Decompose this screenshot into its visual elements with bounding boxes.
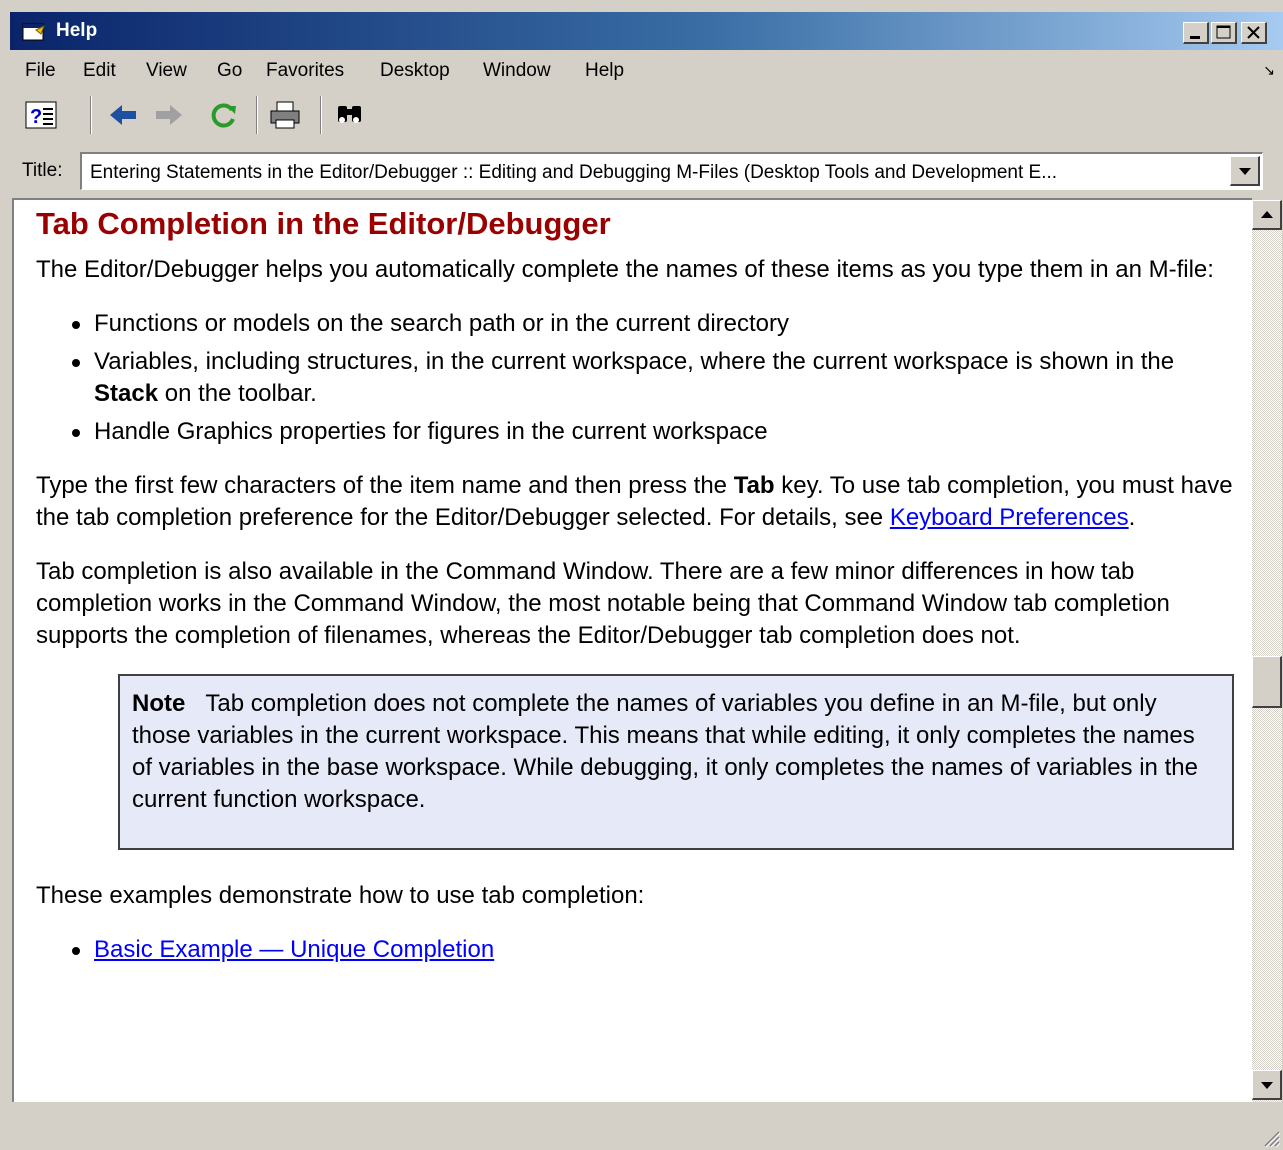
tab-bold-text: Tab	[733, 472, 775, 499]
title-dropdown-button[interactable]	[1230, 156, 1260, 186]
basic-example-link[interactable]: Basic Example — Unique Completion	[94, 936, 494, 963]
help-window: Help File Edit View Go Favorites Desktop…	[0, 0, 1283, 1150]
item-list: Functions or models on the search path o…	[72, 308, 1236, 448]
menu-help[interactable]: Help	[585, 60, 624, 82]
scroll-thumb[interactable]	[1252, 656, 1282, 708]
back-arrow-icon	[110, 105, 136, 125]
forward-button[interactable]	[152, 98, 186, 132]
stack-bold-text: Stack	[94, 380, 159, 407]
help-document: Tab Completion in the Editor/Debugger Th…	[36, 204, 1236, 988]
svg-text:?: ?	[30, 106, 42, 128]
find-button[interactable]	[334, 98, 368, 132]
note-label: Note	[132, 690, 186, 717]
help-contents-icon: ?	[25, 101, 57, 129]
minimize-button[interactable]	[1183, 22, 1209, 44]
title-row: Title: Entering Statements in the Editor…	[10, 148, 1283, 194]
menu-go[interactable]: Go	[217, 60, 242, 82]
menu-favorites[interactable]: Favorites	[266, 60, 344, 82]
refresh-icon	[211, 103, 236, 128]
help-app-icon	[22, 23, 45, 41]
resize-grip-icon[interactable]	[1261, 1128, 1281, 1148]
chevron-down-icon	[1239, 168, 1251, 175]
maximize-icon	[1216, 25, 1231, 39]
close-button[interactable]	[1241, 22, 1267, 44]
menu-view[interactable]: View	[146, 60, 187, 82]
back-button[interactable]	[106, 98, 140, 132]
scroll-down-button[interactable]	[1252, 1070, 1282, 1100]
intro-paragraph: The Editor/Debugger helps you automatica…	[36, 256, 1214, 283]
toolbar: ?	[10, 92, 1283, 140]
close-icon	[1247, 26, 1260, 39]
title-label: Title:	[22, 160, 63, 181]
paragraph-text: Type the first few characters of the ite…	[36, 472, 734, 499]
vertical-scrollbar[interactable]	[1252, 200, 1282, 1102]
menu-file[interactable]: File	[25, 60, 56, 82]
scroll-up-button[interactable]	[1252, 200, 1282, 230]
title-bar[interactable]: Help	[10, 12, 1283, 50]
minimize-icon	[1190, 36, 1200, 39]
keyboard-preferences-link[interactable]: Keyboard Preferences	[890, 504, 1129, 531]
print-icon	[270, 101, 300, 129]
toolbar-separator	[320, 96, 322, 134]
dock-arrow-icon[interactable]: ↘	[1263, 62, 1275, 79]
note-box: Note Tab completion does not complete th…	[118, 674, 1234, 850]
page-heading: Tab Completion in the Editor/Debugger	[36, 206, 611, 241]
print-button[interactable]	[268, 98, 302, 132]
menu-edit[interactable]: Edit	[83, 60, 116, 82]
refresh-button[interactable]	[206, 98, 240, 132]
list-item: Variables, including structures, in the …	[72, 346, 1236, 410]
toolbar-separator	[90, 96, 92, 134]
list-item-text: Variables, including structures, in the …	[94, 348, 1175, 375]
menu-window[interactable]: Window	[483, 60, 551, 82]
note-text: Tab completion does not complete the nam…	[132, 690, 1198, 813]
list-item-text: on the toolbar.	[158, 380, 317, 407]
title-combobox[interactable]: Entering Statements in the Editor/Debugg…	[80, 152, 1263, 190]
status-bar	[10, 1106, 1283, 1150]
arrow-down-icon	[1261, 1082, 1273, 1089]
arrow-up-icon	[1261, 211, 1273, 218]
menu-bar: File Edit View Go Favorites Desktop Wind…	[10, 56, 1283, 86]
title-combobox-value: Entering Statements in the Editor/Debugg…	[90, 162, 1058, 183]
menu-desktop[interactable]: Desktop	[380, 60, 450, 82]
maximize-button[interactable]	[1211, 22, 1237, 44]
help-contents-button[interactable]: ?	[24, 98, 58, 132]
list-item: Basic Example — Unique Completion	[72, 934, 1236, 966]
examples-paragraph: These examples demonstrate how to use ta…	[36, 882, 645, 909]
list-item: Handle Graphics properties for figures i…	[72, 416, 1236, 448]
examples-list: Basic Example — Unique Completion	[72, 934, 1236, 966]
find-binoculars-icon	[338, 106, 361, 123]
toolbar-separator	[256, 96, 258, 134]
forward-arrow-icon	[156, 105, 182, 125]
window-title: Help	[56, 20, 98, 41]
paragraph-text: .	[1128, 504, 1136, 531]
help-content-pane[interactable]: Tab Completion in the Editor/Debugger Th…	[12, 198, 1252, 1102]
command-window-paragraph: Tab completion is also available in the …	[36, 558, 1170, 649]
list-item: Functions or models on the search path o…	[72, 308, 1236, 340]
tab-key-paragraph: Type the first few characters of the ite…	[36, 470, 1236, 534]
